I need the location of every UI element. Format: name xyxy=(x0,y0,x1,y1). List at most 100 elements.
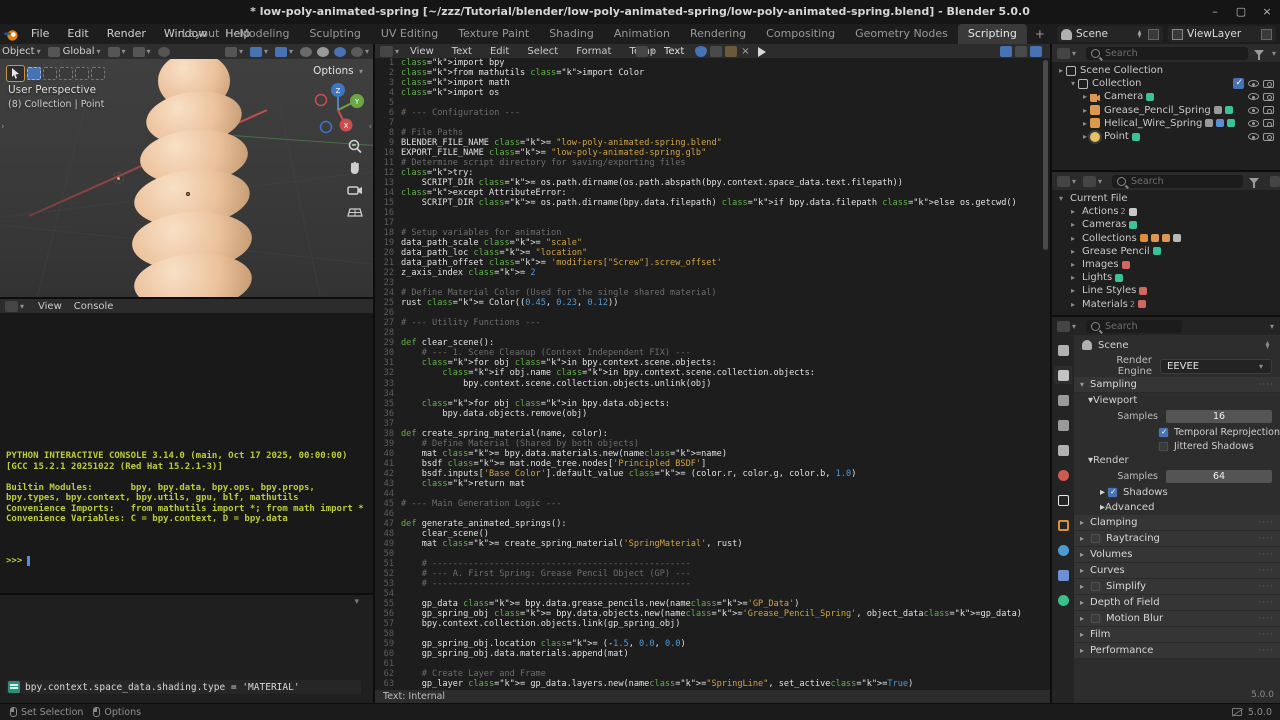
hide-eye-icon[interactable] xyxy=(1248,107,1259,114)
properties-tab-constraints[interactable] xyxy=(1054,566,1072,584)
code-line[interactable]: 27# --- Utility Functions --- xyxy=(375,318,1043,328)
code-line[interactable]: 58 xyxy=(375,629,1043,639)
hide-eye-icon[interactable] xyxy=(1248,80,1259,87)
render-samples-field[interactable]: 64 xyxy=(1166,470,1272,483)
code-line[interactable]: 7 xyxy=(375,118,1043,128)
shading-solid-icon[interactable] xyxy=(317,47,329,57)
code-line[interactable]: 59 gp_spring_obj.location class="k">= (-… xyxy=(375,639,1043,649)
open-folder-icon[interactable] xyxy=(725,46,737,57)
new-view-layer-icon[interactable] xyxy=(1261,29,1272,40)
text-editor-scrollbar[interactable] xyxy=(1043,60,1048,250)
code-line[interactable]: 44 xyxy=(375,489,1043,499)
code-line[interactable]: 48 clear_scene() xyxy=(375,529,1043,539)
text-menu-view[interactable]: View xyxy=(401,46,443,57)
viewport-samples-field[interactable]: 16 xyxy=(1166,410,1272,423)
outliner-row[interactable]: ▸Actions2 xyxy=(1052,205,1280,218)
console-editor-type-icon[interactable] xyxy=(5,301,18,312)
panel-clamping[interactable]: ▸Clamping···· xyxy=(1074,515,1280,531)
info-editor[interactable]: ▾ bpy.context.space_data.shading.type = … xyxy=(0,595,373,703)
code-line[interactable]: 28 xyxy=(375,328,1043,338)
code-line[interactable]: 18# Setup variables for animation xyxy=(375,228,1043,238)
checkbox-icon[interactable] xyxy=(1159,441,1168,450)
fake-user-shield-icon[interactable] xyxy=(695,46,707,57)
select-mode-extend[interactable] xyxy=(43,67,57,80)
code-line[interactable]: 5 xyxy=(375,98,1043,108)
outliner-scene[interactable]: ▾ Search ▾ ▸Scene Collection▾Collection▸… xyxy=(1052,44,1280,170)
view-layer-selector[interactable]: ViewLayer xyxy=(1168,26,1276,42)
new-scene-icon[interactable] xyxy=(1148,29,1159,40)
blender-logo-icon[interactable] xyxy=(4,27,19,42)
properties-tab-object-data[interactable] xyxy=(1054,591,1072,609)
select-mode-set[interactable] xyxy=(27,67,41,80)
gizmo-z-neg[interactable] xyxy=(321,122,332,133)
tab-uv-editing[interactable]: UV Editing xyxy=(371,24,448,44)
outliner-row[interactable]: ▾Current File xyxy=(1052,192,1280,205)
text-datablock-icon[interactable] xyxy=(636,46,648,57)
code-line[interactable]: 8# File Paths xyxy=(375,128,1043,138)
console-menu-view[interactable]: View xyxy=(38,301,62,312)
hide-eye-icon[interactable] xyxy=(1248,120,1259,127)
settings-icon[interactable] xyxy=(1270,176,1280,187)
code-line[interactable]: 6# --- Configuration --- xyxy=(375,108,1043,118)
expander-icon[interactable]: ▾ xyxy=(1056,194,1066,203)
text-editor[interactable]: ▾ ViewTextEditSelectFormatTemplates ▾ Te… xyxy=(375,44,1050,703)
code-line[interactable]: 20data_path_loc class="k">= "location" xyxy=(375,248,1043,258)
properties-tab-collection[interactable] xyxy=(1054,491,1072,509)
subpanel-shadows[interactable]: ▸Shadows xyxy=(1074,485,1280,500)
panel-checkbox[interactable] xyxy=(1091,582,1100,591)
code-line[interactable]: 25rust class="k">= Color((0.45, 0.23, 0.… xyxy=(375,298,1043,308)
check-jittered-shadows[interactable]: Jittered Shadows xyxy=(1074,439,1280,453)
zoom-icon[interactable] xyxy=(346,138,364,156)
code-line[interactable]: 35 class="k">for obj class="k">in bpy.da… xyxy=(375,399,1043,409)
line-numbers-toggle-icon[interactable] xyxy=(1000,46,1012,57)
code-line[interactable]: 1class="k">import bpy xyxy=(375,58,1043,68)
code-line[interactable]: 41 bsdf class="k">= mat.node_tree.nodes[… xyxy=(375,459,1043,469)
code-area[interactable]: 1class="k">import bpy2class="k">from mat… xyxy=(375,58,1043,690)
panel-curves[interactable]: ▸Curves···· xyxy=(1074,563,1280,579)
code-line[interactable]: 62 # Create Layer and Frame xyxy=(375,669,1043,679)
code-line[interactable]: 9BLENDER_FILE_NAME class="k">= "low-poly… xyxy=(375,138,1043,148)
panel-raytracing[interactable]: ▸Raytracing···· xyxy=(1074,531,1280,547)
chevron-down-icon[interactable]: ▾ xyxy=(354,597,359,607)
overlays-toggle-icon[interactable] xyxy=(250,47,262,57)
disable-render-icon[interactable] xyxy=(1263,93,1274,101)
code-line[interactable]: 23 xyxy=(375,278,1043,288)
code-line[interactable]: 24# Define Material Color (Used for the … xyxy=(375,288,1043,298)
hide-eye-icon[interactable] xyxy=(1248,133,1259,140)
panel-sampling[interactable]: ▾Sampling···· xyxy=(1074,377,1280,393)
shading-wireframe-icon[interactable] xyxy=(300,47,312,57)
code-line[interactable]: 42 bsdf.inputs['Base Color'].default_val… xyxy=(375,469,1043,479)
disable-render-icon[interactable] xyxy=(1263,119,1274,127)
breadcrumb-scene[interactable]: Scene xyxy=(1098,340,1129,351)
shading-material-icon[interactable] xyxy=(334,47,346,57)
select-mode-subtract[interactable] xyxy=(59,67,73,80)
menu-render[interactable]: Render xyxy=(98,24,155,44)
tab-modeling[interactable]: Modeling xyxy=(229,24,299,44)
code-line[interactable]: 26 xyxy=(375,308,1043,318)
tool-options-dropdown[interactable]: Options ▾ xyxy=(313,65,365,77)
tab-compositing[interactable]: Compositing xyxy=(756,24,845,44)
properties-tab-render[interactable] xyxy=(1054,366,1072,384)
filter-icon[interactable] xyxy=(1249,178,1259,184)
expander-icon[interactable]: ▸ xyxy=(1080,106,1090,115)
code-line[interactable]: 53 # -----------------------------------… xyxy=(375,579,1043,589)
code-line[interactable]: 40 mat class="k">= bpy.data.materials.ne… xyxy=(375,449,1043,459)
code-line[interactable]: 32 class="k">if obj.name class="k">in bp… xyxy=(375,368,1043,378)
orientation-dropdown[interactable]: Global xyxy=(63,46,95,57)
outliner-row[interactable]: ▸Materials2 xyxy=(1052,298,1280,311)
outliner-row[interactable]: ▸Scene Collection xyxy=(1052,64,1280,77)
panel-checkbox[interactable] xyxy=(1091,534,1100,543)
code-line[interactable]: 61 xyxy=(375,659,1043,669)
code-line[interactable]: 16 xyxy=(375,208,1043,218)
select-box-tool[interactable] xyxy=(6,65,25,82)
shading-rendered-icon[interactable] xyxy=(351,47,363,57)
text-menu-format[interactable]: Format xyxy=(567,46,620,57)
text-datablock-name[interactable]: Text xyxy=(656,46,692,58)
outliner-row[interactable]: ▸Lights xyxy=(1052,271,1280,284)
code-line[interactable]: 51 # -----------------------------------… xyxy=(375,559,1043,569)
code-line[interactable]: 63 gp_layer class="k">= gp_data.layers.n… xyxy=(375,679,1043,689)
run-script-icon[interactable] xyxy=(758,47,766,57)
panel-performance[interactable]: ▸Performance···· xyxy=(1074,643,1280,659)
code-line[interactable]: 15 SCRIPT_DIR class="k">= os.path.dirnam… xyxy=(375,198,1043,208)
panel-film[interactable]: ▸Film···· xyxy=(1074,627,1280,643)
